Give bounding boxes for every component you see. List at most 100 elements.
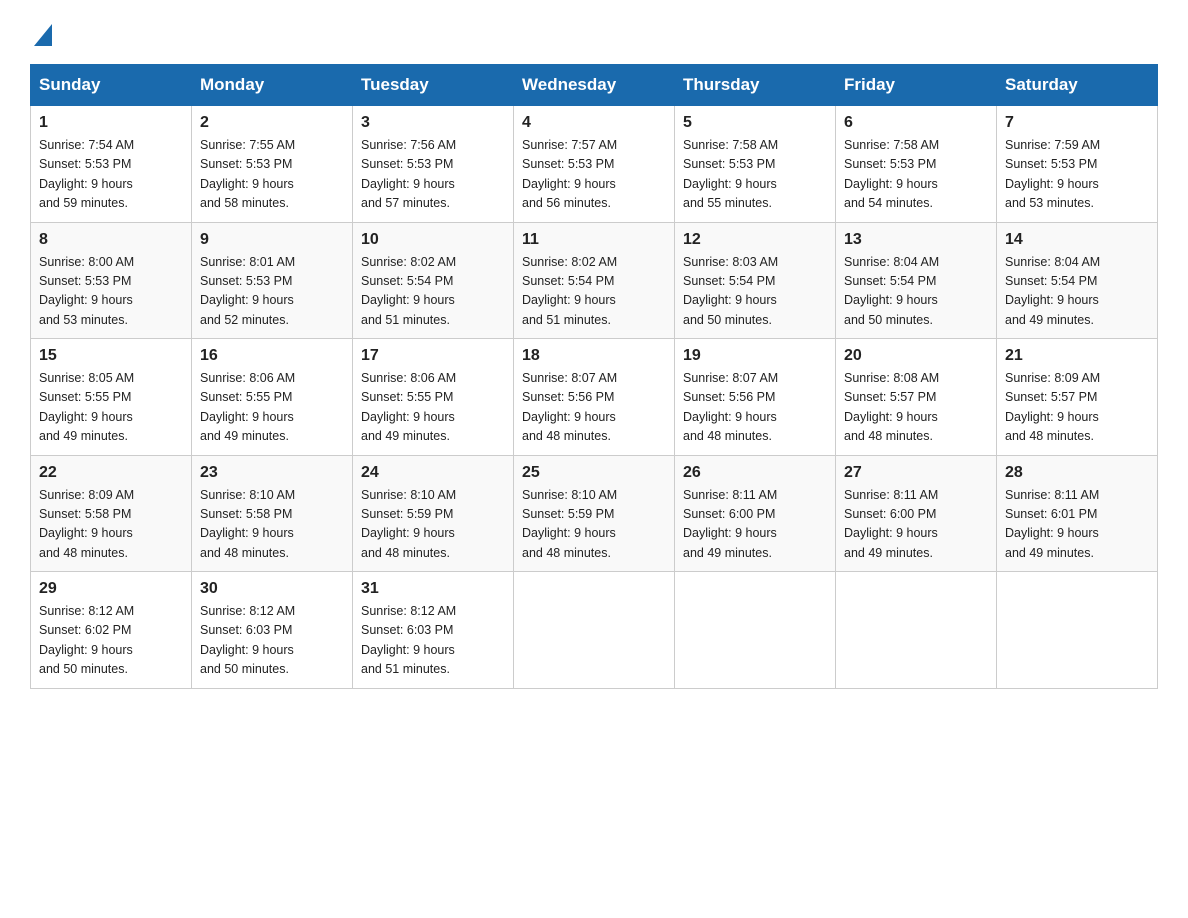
day-cell	[836, 572, 997, 689]
header-cell-monday: Monday	[192, 65, 353, 106]
day-info: Sunrise: 7:58 AMSunset: 5:53 PMDaylight:…	[844, 136, 988, 214]
day-info: Sunrise: 8:12 AMSunset: 6:03 PMDaylight:…	[200, 602, 344, 680]
header-cell-wednesday: Wednesday	[514, 65, 675, 106]
day-info: Sunrise: 8:01 AMSunset: 5:53 PMDaylight:…	[200, 253, 344, 331]
day-info: Sunrise: 8:11 AMSunset: 6:00 PMDaylight:…	[683, 486, 827, 564]
day-cell: 21 Sunrise: 8:09 AMSunset: 5:57 PMDayligh…	[997, 339, 1158, 456]
day-info: Sunrise: 7:56 AMSunset: 5:53 PMDaylight:…	[361, 136, 505, 214]
day-cell: 11Sunrise: 8:02 AMSunset: 5:54 PMDayligh…	[514, 222, 675, 339]
day-number: 9	[200, 231, 344, 249]
logo	[30, 20, 52, 44]
day-number: 14	[1005, 231, 1149, 249]
day-cell: 18 Sunrise: 8:07 AMSunset: 5:56 PMDayligh…	[514, 339, 675, 456]
day-number: 27	[844, 464, 988, 482]
header-cell-thursday: Thursday	[675, 65, 836, 106]
week-row-4: 22Sunrise: 8:09 AMSunset: 5:58 PMDayligh…	[31, 455, 1158, 572]
week-row-2: 8Sunrise: 8:00 AMSunset: 5:53 PMDaylight…	[31, 222, 1158, 339]
week-row-5: 29Sunrise: 8:12 AMSunset: 6:02 PMDayligh…	[31, 572, 1158, 689]
day-number: 8	[39, 231, 183, 249]
day-number: 21	[1005, 347, 1149, 365]
day-number: 24	[361, 464, 505, 482]
day-info: Sunrise: 8:07 AMSunset: 5:56 PMDaylight:…	[522, 369, 666, 447]
day-cell: 24 Sunrise: 8:10 AMSunset: 5:59 PMDayligh…	[353, 455, 514, 572]
day-cell: 26 Sunrise: 8:11 AMSunset: 6:00 PMDayligh…	[675, 455, 836, 572]
day-info: Sunrise: 8:12 AMSunset: 6:03 PMDaylight:…	[361, 602, 505, 680]
day-info: Sunrise: 8:04 AMSunset: 5:54 PMDaylight:…	[844, 253, 988, 331]
day-info: Sunrise: 8:03 AMSunset: 5:54 PMDaylight:…	[683, 253, 827, 331]
day-info: Sunrise: 7:55 AMSunset: 5:53 PMDaylight:…	[200, 136, 344, 214]
day-cell	[514, 572, 675, 689]
day-info: Sunrise: 8:10 AMSunset: 5:59 PMDaylight:…	[361, 486, 505, 564]
day-info: Sunrise: 7:58 AMSunset: 5:53 PMDaylight:…	[683, 136, 827, 214]
day-number: 25	[522, 464, 666, 482]
day-number: 7	[1005, 114, 1149, 132]
day-cell: 3 Sunrise: 7:56 AMSunset: 5:53 PMDaylight…	[353, 106, 514, 223]
day-info: Sunrise: 8:10 AMSunset: 5:58 PMDaylight:…	[200, 486, 344, 564]
day-cell: 15 Sunrise: 8:05 AMSunset: 5:55 PMDayligh…	[31, 339, 192, 456]
day-cell: 31 Sunrise: 8:12 AMSunset: 6:03 PMDayligh…	[353, 572, 514, 689]
header-cell-sunday: Sunday	[31, 65, 192, 106]
day-cell: 27 Sunrise: 8:11 AMSunset: 6:00 PMDayligh…	[836, 455, 997, 572]
day-number: 30	[200, 580, 344, 598]
day-number: 15	[39, 347, 183, 365]
day-number: 2	[200, 114, 344, 132]
day-info: Sunrise: 8:09 AMSunset: 5:57 PMDaylight:…	[1005, 369, 1149, 447]
day-info: Sunrise: 8:10 AMSunset: 5:59 PMDaylight:…	[522, 486, 666, 564]
day-number: 5	[683, 114, 827, 132]
day-cell: 1 Sunrise: 7:54 AMSunset: 5:53 PMDaylight…	[31, 106, 192, 223]
day-cell: 29Sunrise: 8:12 AMSunset: 6:02 PMDayligh…	[31, 572, 192, 689]
day-number: 28	[1005, 464, 1149, 482]
day-info: Sunrise: 8:02 AMSunset: 5:54 PMDaylight:…	[361, 253, 505, 331]
logo-triangle-icon	[34, 24, 52, 46]
page-header	[30, 20, 1158, 44]
day-info: Sunrise: 8:04 AMSunset: 5:54 PMDaylight:…	[1005, 253, 1149, 331]
calendar-header: SundayMondayTuesdayWednesdayThursdayFrid…	[31, 65, 1158, 106]
day-info: Sunrise: 8:05 AMSunset: 5:55 PMDaylight:…	[39, 369, 183, 447]
day-cell: 5 Sunrise: 7:58 AMSunset: 5:53 PMDaylight…	[675, 106, 836, 223]
day-cell	[675, 572, 836, 689]
day-info: Sunrise: 7:54 AMSunset: 5:53 PMDaylight:…	[39, 136, 183, 214]
day-number: 3	[361, 114, 505, 132]
day-cell: 20 Sunrise: 8:08 AMSunset: 5:57 PMDayligh…	[836, 339, 997, 456]
day-info: Sunrise: 7:59 AMSunset: 5:53 PMDaylight:…	[1005, 136, 1149, 214]
day-number: 18	[522, 347, 666, 365]
day-info: Sunrise: 8:12 AMSunset: 6:02 PMDaylight:…	[39, 602, 183, 680]
day-number: 17	[361, 347, 505, 365]
day-cell: 19 Sunrise: 8:07 AMSunset: 5:56 PMDayligh…	[675, 339, 836, 456]
day-number: 19	[683, 347, 827, 365]
day-info: Sunrise: 7:57 AMSunset: 5:53 PMDaylight:…	[522, 136, 666, 214]
day-cell: 17 Sunrise: 8:06 AMSunset: 5:55 PMDayligh…	[353, 339, 514, 456]
day-cell: 8Sunrise: 8:00 AMSunset: 5:53 PMDaylight…	[31, 222, 192, 339]
calendar-body: 1 Sunrise: 7:54 AMSunset: 5:53 PMDaylight…	[31, 106, 1158, 689]
week-row-3: 15 Sunrise: 8:05 AMSunset: 5:55 PMDayligh…	[31, 339, 1158, 456]
day-cell: 25 Sunrise: 8:10 AMSunset: 5:59 PMDayligh…	[514, 455, 675, 572]
day-number: 13	[844, 231, 988, 249]
day-number: 10	[361, 231, 505, 249]
day-info: Sunrise: 8:11 AMSunset: 6:00 PMDaylight:…	[844, 486, 988, 564]
day-number: 23	[200, 464, 344, 482]
day-number: 22	[39, 464, 183, 482]
day-cell: 13 Sunrise: 8:04 AMSunset: 5:54 PMDayligh…	[836, 222, 997, 339]
day-number: 4	[522, 114, 666, 132]
day-cell: 2 Sunrise: 7:55 AMSunset: 5:53 PMDaylight…	[192, 106, 353, 223]
day-number: 26	[683, 464, 827, 482]
day-cell: 14 Sunrise: 8:04 AMSunset: 5:54 PMDayligh…	[997, 222, 1158, 339]
day-info: Sunrise: 8:06 AMSunset: 5:55 PMDaylight:…	[200, 369, 344, 447]
day-cell: 10 Sunrise: 8:02 AMSunset: 5:54 PMDayligh…	[353, 222, 514, 339]
day-info: Sunrise: 8:08 AMSunset: 5:57 PMDaylight:…	[844, 369, 988, 447]
day-info: Sunrise: 8:02 AMSunset: 5:54 PMDaylight:…	[522, 253, 666, 331]
day-info: Sunrise: 8:07 AMSunset: 5:56 PMDaylight:…	[683, 369, 827, 447]
day-info: Sunrise: 8:06 AMSunset: 5:55 PMDaylight:…	[361, 369, 505, 447]
day-cell: 22Sunrise: 8:09 AMSunset: 5:58 PMDayligh…	[31, 455, 192, 572]
day-number: 31	[361, 580, 505, 598]
day-number: 1	[39, 114, 183, 132]
day-number: 20	[844, 347, 988, 365]
day-cell: 4 Sunrise: 7:57 AMSunset: 5:53 PMDaylight…	[514, 106, 675, 223]
day-number: 6	[844, 114, 988, 132]
calendar-table: SundayMondayTuesdayWednesdayThursdayFrid…	[30, 64, 1158, 689]
day-cell: 23 Sunrise: 8:10 AMSunset: 5:58 PMDayligh…	[192, 455, 353, 572]
day-cell: 6 Sunrise: 7:58 AMSunset: 5:53 PMDaylight…	[836, 106, 997, 223]
day-cell: 7 Sunrise: 7:59 AMSunset: 5:53 PMDaylight…	[997, 106, 1158, 223]
week-row-1: 1 Sunrise: 7:54 AMSunset: 5:53 PMDaylight…	[31, 106, 1158, 223]
header-cell-tuesday: Tuesday	[353, 65, 514, 106]
